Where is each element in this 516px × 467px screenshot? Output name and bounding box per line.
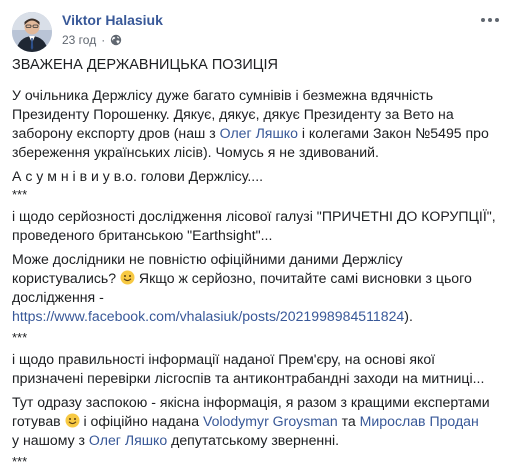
post-link[interactable]: https://www.facebook.com/vhalasiuk/posts… [12,308,404,324]
separator: *** [12,330,28,345]
paragraph-2: А с у м н і в и у в.о. голови Держлісу..… [12,168,264,184]
separator: *** [12,454,28,467]
meta-separator: · [101,33,106,47]
globe-icon[interactable] [110,34,122,46]
mention-oleh-liashko[interactable]: Олег Ляшко [220,125,298,141]
post-time[interactable]: 23 год [62,33,96,47]
smile-emoji-icon [120,270,135,285]
paragraph-5: і щодо правильності інформації наданої П… [12,351,485,386]
paragraph-4: Може дослідники не повністю офіційними д… [12,251,472,324]
mention-oleh-liashko[interactable]: Олег Ляшко [89,432,167,448]
facebook-post: Viktor Halasiuk 23 год · ЗВАЖЕНА ДЕРЖАВН… [0,0,516,467]
post-meta: 23 год · [62,33,122,47]
post-body: ЗВАЖЕНА ДЕРЖАВНИЦЬКА ПОЗИЦІЯ У очільника… [12,56,506,467]
separator: *** [12,187,28,202]
more-options-icon[interactable] [478,10,502,30]
paragraph-1: У очільника Держлісу дуже багато сумніві… [12,87,489,160]
author-name[interactable]: Viktor Halasiuk [62,12,163,28]
avatar[interactable] [12,12,52,52]
mention-volodymyr-groysman[interactable]: Volodymyr Groysman [203,413,338,429]
paragraph-6: Тут одразу заспокою - якісна інформація,… [12,394,490,448]
paragraph-3: і щодо серйозності дослідження лісової г… [12,208,496,243]
smile-emoji-icon [65,413,80,428]
mention-myroslav-prodan[interactable]: Мирослав Продан [360,413,479,429]
post-title: ЗВАЖЕНА ДЕРЖАВНИЦЬКА ПОЗИЦІЯ [12,57,278,73]
